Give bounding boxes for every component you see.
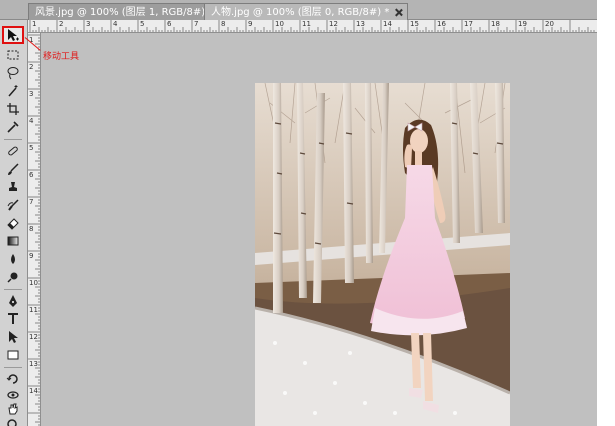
marquee-icon — [7, 50, 19, 60]
pen-tool-button[interactable] — [2, 292, 24, 310]
blur-tool-button[interactable] — [2, 250, 24, 268]
crop-tool-button[interactable] — [2, 100, 24, 118]
pen-icon — [9, 295, 17, 307]
ruler-number: 5 — [29, 144, 34, 152]
eraser-tool-button[interactable] — [2, 214, 24, 232]
ruler-number: 2 — [29, 63, 34, 71]
ruler-number: 5 — [140, 20, 145, 28]
brush-tool-button[interactable] — [2, 160, 24, 178]
ruler-number: 4 — [113, 20, 118, 28]
lasso-icon — [7, 67, 19, 80]
ruler-number: 12 — [329, 20, 338, 28]
document-tab-bar: 风景.jpg @ 100% (图层 1, RGB/8#) * 人物.jpg @ … — [0, 0, 597, 20]
ruler-number: 4 — [29, 117, 34, 125]
path-selection-icon — [9, 331, 18, 343]
dodge-icon — [7, 272, 18, 283]
zoom-icon — [7, 419, 17, 426]
tool-divider — [4, 367, 22, 368]
tab-label: 人物.jpg @ 100% (图层 0, RGB/8#) * — [211, 6, 390, 18]
type-icon — [8, 313, 18, 324]
crop-icon — [7, 103, 19, 115]
ruler-number: 3 — [86, 20, 91, 28]
horizontal-ruler[interactable]: 1 2 3 4 5 6 7 8 9 10 11 12 13 14 15 16 17 18 19 20 — [28, 20, 597, 33]
healing-brush-tool-button[interactable] — [2, 142, 24, 160]
ruler-number: 3 — [29, 90, 34, 98]
ruler-number: 6 — [167, 20, 172, 28]
ruler-number: 9 — [248, 20, 253, 28]
ruler-number: 7 — [29, 198, 34, 206]
ruler-number: 8 — [221, 20, 226, 28]
tools-panel — [0, 20, 28, 426]
ruler-number: 14 — [383, 20, 392, 28]
magic-wand-icon — [8, 85, 18, 97]
history-brush-tool-button[interactable] — [2, 196, 24, 214]
vertical-ruler[interactable]: 1 2 3 4 5 6 7 8 9 10 11 12 13 14 — [28, 33, 41, 426]
tool-divider — [4, 139, 22, 140]
close-icon[interactable] — [394, 8, 403, 17]
ruler-number: 12 — [29, 333, 38, 341]
move-tool-icon — [8, 29, 19, 41]
eyedropper-icon — [7, 121, 19, 133]
ruler-number: 2 — [59, 20, 64, 28]
ruler-number: 20 — [545, 20, 554, 28]
ruler-number: 6 — [29, 171, 34, 179]
move-tool-button[interactable] — [2, 26, 24, 44]
marquee-tool-button[interactable] — [2, 46, 24, 64]
ruler-number: 15 — [410, 20, 419, 28]
ruler-number: 11 — [302, 20, 311, 28]
eraser-icon — [7, 218, 19, 230]
3d-rotate-icon — [6, 374, 18, 384]
gradient-tool-button[interactable] — [2, 232, 24, 250]
ruler-number: 10 — [275, 20, 284, 28]
dodge-tool-button[interactable] — [2, 268, 24, 286]
eyedropper-tool-button[interactable] — [2, 118, 24, 136]
shape-icon — [7, 350, 19, 360]
ruler-number: 7 — [194, 20, 199, 28]
ruler-number: 11 — [29, 306, 38, 314]
tab-landscape-document[interactable]: 风景.jpg @ 100% (图层 1, RGB/8#) * — [28, 3, 233, 20]
ruler-number: 14 — [29, 387, 38, 395]
healing-brush-icon — [8, 146, 18, 156]
zoom-tool-button[interactable] — [2, 416, 24, 426]
ruler-number: 1 — [32, 20, 37, 28]
ruler-number: 19 — [518, 20, 527, 28]
magic-wand-tool-button[interactable] — [2, 82, 24, 100]
photoshop-window: 风景.jpg @ 100% (图层 1, RGB/8#) * 人物.jpg @ … — [0, 0, 597, 426]
type-tool-button[interactable] — [2, 310, 24, 328]
portrait-photo — [255, 83, 510, 426]
ruler-number: 10 — [29, 279, 38, 287]
clone-stamp-tool-button[interactable] — [2, 178, 24, 196]
history-brush-icon — [7, 199, 19, 211]
tool-divider — [4, 289, 22, 290]
move-tool-annotation: 移动工具 — [43, 52, 80, 62]
lasso-tool-button[interactable] — [2, 64, 24, 82]
ruler-number: 17 — [464, 20, 473, 28]
ruler-number: 8 — [29, 225, 34, 233]
path-selection-tool-button[interactable] — [2, 328, 24, 346]
vertical-scrollbar[interactable] — [597, 0, 615, 426]
tab-label: 风景.jpg @ 100% (图层 1, RGB/8#) * — [35, 6, 214, 18]
gradient-icon — [7, 236, 19, 246]
ruler-number: 13 — [29, 360, 38, 368]
ruler-number: 9 — [29, 252, 34, 260]
brush-icon — [8, 163, 19, 175]
document-canvas[interactable] — [255, 83, 510, 426]
ruler-number: 18 — [491, 20, 500, 28]
blur-icon — [11, 254, 15, 264]
hand-icon — [8, 403, 18, 415]
ruler-number: 13 — [356, 20, 365, 28]
tab-portrait-document[interactable]: 人物.jpg @ 100% (图层 0, RGB/8#) * — [204, 3, 409, 20]
shape-tool-button[interactable] — [2, 346, 24, 364]
clone-stamp-icon — [9, 182, 17, 191]
ruler-number: 16 — [437, 20, 446, 28]
